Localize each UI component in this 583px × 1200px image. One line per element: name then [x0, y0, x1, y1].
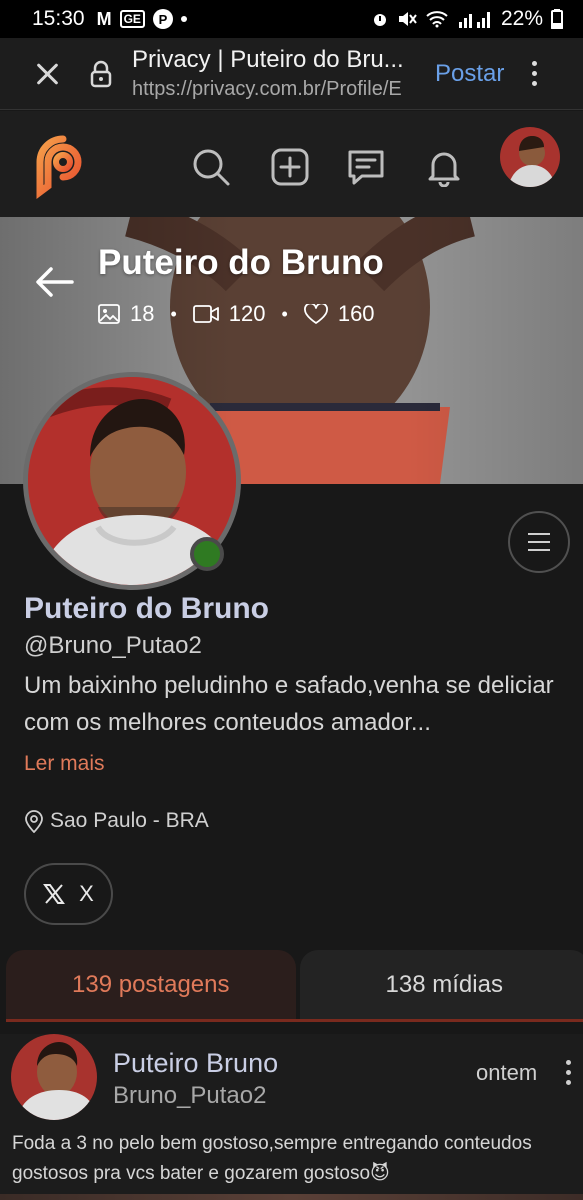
mute-icon	[398, 12, 417, 26]
add-post-icon[interactable]	[270, 147, 310, 187]
postar-button[interactable]: Postar	[435, 60, 504, 88]
videos-count: 120	[228, 301, 266, 326]
bell-icon[interactable]	[424, 147, 464, 187]
signal-icon	[458, 12, 490, 28]
post-timestamp: ontem	[476, 1060, 538, 1085]
likes-stat: 160	[303, 301, 375, 327]
battery-percent: 22%	[500, 7, 543, 30]
profile-location: Sao Paulo - BRA	[24, 809, 209, 833]
tab-media[interactable]: 138 mídias	[299, 950, 583, 1020]
site-header	[0, 111, 583, 217]
privacy-logo-icon[interactable]	[36, 135, 90, 199]
search-icon[interactable]	[191, 147, 231, 187]
cover-stats: 18 • 120 • 160	[98, 301, 375, 327]
post-author-avatar[interactable]	[11, 1034, 97, 1120]
browser-address[interactable]: Privacy | Puteiro do Bru... https://priv…	[132, 46, 417, 101]
p-app-icon: P	[152, 9, 173, 29]
messages-icon[interactable]	[346, 147, 386, 187]
read-more-link[interactable]: Ler mais	[24, 752, 105, 776]
online-status-indicator	[190, 537, 224, 571]
stat-separator: •	[170, 303, 177, 324]
location-text: Sao Paulo - BRA	[50, 809, 209, 832]
browser-page-title: Privacy | Puteiro do Bru...	[132, 46, 404, 73]
battery-icon	[551, 9, 563, 29]
post-more-icon[interactable]	[566, 1060, 571, 1085]
videos-stat: 120	[192, 301, 266, 327]
user-avatar[interactable]	[500, 127, 560, 187]
post-author-name[interactable]: Puteiro Bruno	[113, 1048, 278, 1079]
news-icon: GE	[119, 10, 145, 28]
post-media-preview[interactable]	[0, 1194, 583, 1200]
post-author-username[interactable]: Bruno_Putao2	[113, 1082, 266, 1110]
likes-count: 160	[337, 301, 375, 326]
cover-title: Puteiro do Bruno	[98, 243, 384, 282]
wifi-icon	[426, 11, 448, 28]
tabs-underline	[6, 1019, 583, 1022]
profile-bio: Um baixinho peludinho e safado,venha se …	[24, 672, 554, 736]
more-options-icon[interactable]	[532, 61, 538, 86]
stat-separator: •	[281, 303, 288, 324]
profile-menu-button[interactable]	[508, 511, 570, 573]
alarm-icon	[373, 14, 386, 26]
dot-icon	[180, 16, 187, 22]
video-icon	[192, 305, 219, 323]
browser-url: https://privacy.com.br/Profile/E	[132, 78, 402, 100]
browser-toolbar: Privacy | Puteiro do Bru... https://priv…	[0, 38, 583, 110]
post-card: Puteiro Bruno Bruno_Putao2 ontem Foda a …	[0, 1034, 583, 1200]
tab-posts[interactable]: 139 postagens	[6, 950, 296, 1020]
x-logo-icon	[43, 884, 66, 904]
image-icon	[98, 304, 120, 324]
gmail-icon: M	[96, 8, 112, 29]
location-pin-icon	[25, 810, 43, 833]
x-social-link[interactable]: X	[24, 863, 113, 925]
lock-icon[interactable]	[88, 60, 114, 88]
status-bar: 15:30 M GE P 22%	[0, 0, 583, 38]
x-social-label: X	[79, 881, 94, 906]
back-arrow-icon[interactable]	[34, 265, 74, 299]
photos-stat: 18	[98, 301, 154, 327]
post-text: Foda a 3 no pelo bem gostoso,sempre entr…	[12, 1133, 532, 1184]
close-icon[interactable]	[34, 60, 62, 88]
profile-tabs: 139 postagens 138 mídias	[6, 950, 583, 1022]
photos-count: 18	[130, 301, 155, 326]
profile-name: Puteiro do Bruno	[24, 592, 269, 625]
status-time: 15:30	[32, 7, 85, 30]
profile-handle: @Bruno_Putao2	[24, 632, 202, 659]
heart-icon	[303, 304, 328, 324]
